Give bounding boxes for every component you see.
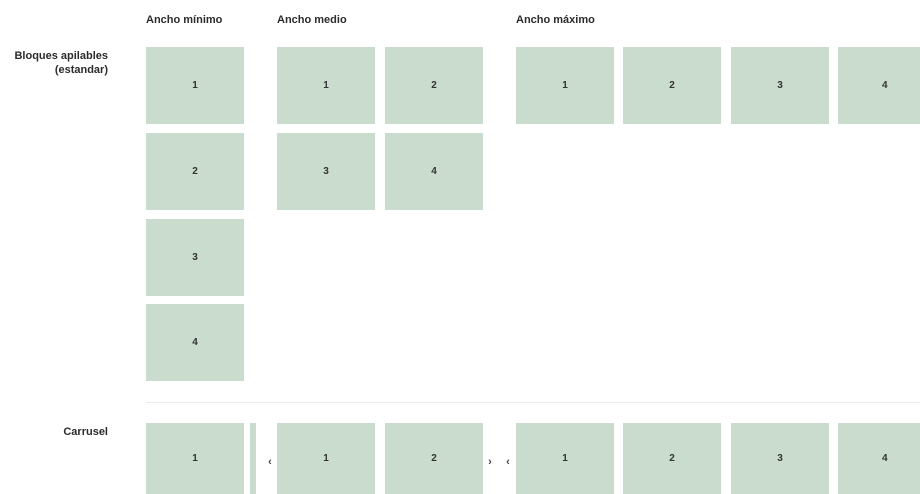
carousel-mid-next-arrow[interactable]: › xyxy=(485,455,495,469)
stacked-mid-block-2: 2 xyxy=(385,47,483,124)
stacked-min-block-3: 3 xyxy=(146,219,244,296)
carousel-max-slide-4: 4 xyxy=(838,423,920,494)
carousel-max-slide-1: 1 xyxy=(516,423,614,494)
stacked-mid-block-3: 3 xyxy=(277,133,375,210)
column-header-min-width: Ancho mínimo xyxy=(146,14,223,26)
row-label-stacked-blocks: Bloques apilables (estandar) xyxy=(14,49,108,77)
carousel-mid-slide-1: 1 xyxy=(277,423,375,494)
stacked-max-block-1: 1 xyxy=(516,47,614,124)
carousel-max-slide-3: 3 xyxy=(731,423,829,494)
column-header-max-width: Ancho máximo xyxy=(516,14,595,26)
column-header-mid-width: Ancho medio xyxy=(277,14,347,26)
stacked-min-block-4: 4 xyxy=(146,304,244,381)
stacked-min-block-1: 1 xyxy=(146,47,244,124)
row-label-stacked-line1: Bloques apilables xyxy=(14,50,108,62)
stacked-mid-block-1: 1 xyxy=(277,47,375,124)
carousel-max-slide-2: 2 xyxy=(623,423,721,494)
row-label-carousel: Carrusel xyxy=(63,426,108,438)
stacked-min-block-2: 2 xyxy=(146,133,244,210)
stacked-max-block-2: 2 xyxy=(623,47,721,124)
stacked-max-block-4: 4 xyxy=(838,47,920,124)
carousel-min-next-slide-peek xyxy=(250,423,256,494)
row-label-stacked-line2: (estandar) xyxy=(54,64,108,76)
stacked-mid-block-4: 4 xyxy=(385,133,483,210)
section-divider xyxy=(146,402,920,403)
stacked-max-block-3: 3 xyxy=(731,47,829,124)
carousel-mid-slide-2: 2 xyxy=(385,423,483,494)
carousel-min-slide-1: 1 xyxy=(146,423,244,494)
carousel-max-prev-arrow[interactable]: ‹ xyxy=(503,455,513,469)
carousel-mid-prev-arrow[interactable]: ‹ xyxy=(265,455,275,469)
